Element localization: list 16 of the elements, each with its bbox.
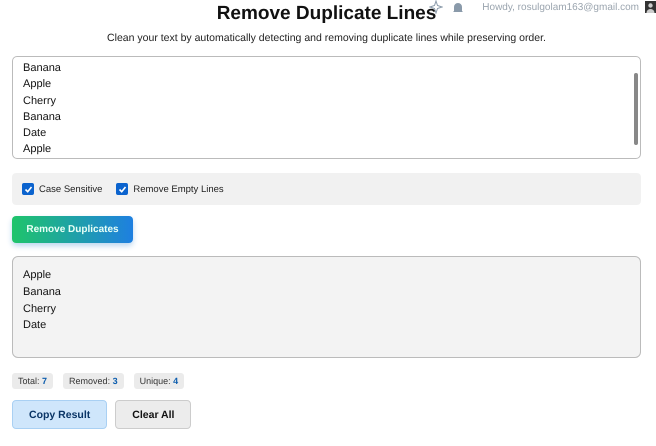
page-subtitle: Clean your text by automatically detecting and removing duplicate lines while preserving order. bbox=[106, 32, 547, 44]
checkbox-label[interactable]: Case Sensitive bbox=[39, 184, 102, 194]
checkbox[interactable] bbox=[22, 183, 34, 195]
page-title: Remove Duplicate Lines bbox=[216, 3, 436, 25]
copy-button[interactable]: Copy Result bbox=[12, 400, 108, 429]
checkbox[interactable] bbox=[116, 183, 128, 195]
user-avatar-icon[interactable] bbox=[645, 1, 656, 13]
bell-icon[interactable] bbox=[452, 0, 464, 14]
clear-button[interactable]: Clear All bbox=[115, 400, 192, 429]
checkbox-label[interactable]: Remove Empty Lines bbox=[133, 184, 224, 194]
stat-chip: Total: 7 bbox=[12, 373, 54, 389]
input-field[interactable]: Banana Apple Cherry Banana Date Apple bbox=[12, 56, 641, 159]
stat-chip: Unique: 4 bbox=[134, 373, 184, 389]
stat-chip: Removed: 3 bbox=[63, 373, 124, 389]
result-field[interactable]: Apple Banana Cherry Date bbox=[12, 256, 641, 358]
scrollbar-thumb[interactable] bbox=[634, 73, 638, 145]
